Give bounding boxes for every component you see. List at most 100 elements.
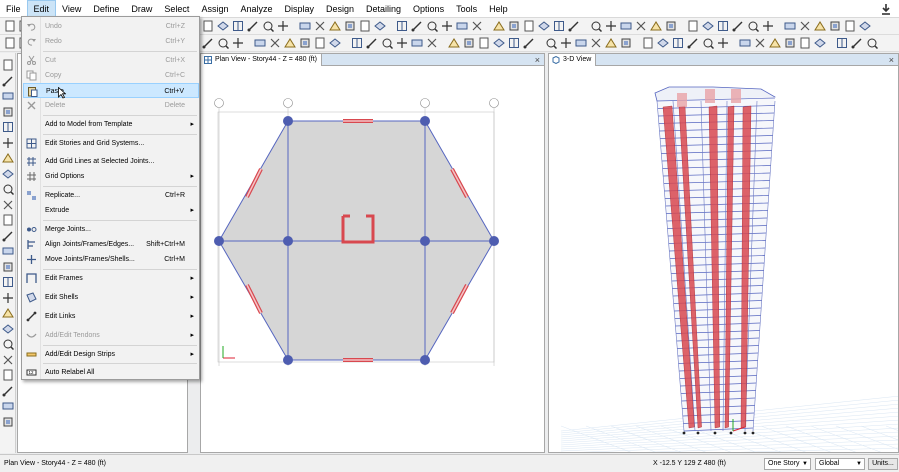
- tool-button-icon[interactable]: [329, 37, 341, 49]
- tool-button-icon[interactable]: [620, 37, 632, 49]
- tool-button-icon[interactable]: [508, 37, 520, 49]
- draw-tool-icon[interactable]: [2, 245, 14, 257]
- tool-button-icon[interactable]: [202, 20, 214, 32]
- draw-tool-icon[interactable]: [2, 230, 14, 242]
- tool-button-icon[interactable]: [605, 37, 617, 49]
- tool-button-icon[interactable]: [575, 37, 587, 49]
- draw-tool-icon[interactable]: [2, 106, 14, 118]
- tool-button-icon[interactable]: [702, 20, 714, 32]
- tool-button-icon[interactable]: [702, 37, 714, 49]
- menu-detailing[interactable]: Detailing: [360, 0, 407, 18]
- tool-button-icon[interactable]: [739, 37, 751, 49]
- tool-button-icon[interactable]: [262, 20, 274, 32]
- menu-edit[interactable]: Edit: [26, 0, 57, 18]
- tool-button-icon[interactable]: [687, 37, 699, 49]
- tool-button-icon[interactable]: [717, 20, 729, 32]
- draw-tool-icon[interactable]: [2, 338, 14, 350]
- tool-button-icon[interactable]: [523, 20, 535, 32]
- 3d-view-tab[interactable]: 3-D View: [549, 54, 597, 66]
- tool-button-icon[interactable]: [620, 20, 632, 32]
- tool-button-icon[interactable]: [590, 37, 602, 49]
- edit-menu-item-edit-frames[interactable]: Edit Frames ▸: [23, 271, 199, 286]
- draw-tool-icon[interactable]: [2, 168, 14, 180]
- draw-tool-icon[interactable]: [2, 261, 14, 273]
- tool-button-icon[interactable]: [456, 20, 468, 32]
- tool-button-icon[interactable]: [217, 37, 229, 49]
- tool-button-icon[interactable]: [374, 20, 386, 32]
- edit-menu-item-undo[interactable]: Undo Ctrl+Z: [23, 19, 199, 34]
- edit-menu-item-paste[interactable]: Paste Ctrl+V: [23, 83, 199, 98]
- story-mode-select[interactable]: One Story ▼: [764, 458, 811, 470]
- tool-button-icon[interactable]: [523, 37, 535, 49]
- tool-button-icon[interactable]: [836, 37, 848, 49]
- plan-view-window[interactable]: Plan View - Story44 - Z = 480 (ft) ×: [200, 53, 545, 453]
- tool-button-icon[interactable]: [657, 37, 669, 49]
- tool-button-icon[interactable]: [717, 37, 729, 49]
- edit-menu-item-redo[interactable]: Redo Ctrl+Y: [23, 34, 199, 49]
- menu-file[interactable]: File: [0, 0, 27, 18]
- tool-button-icon[interactable]: [232, 20, 244, 32]
- menu-tools[interactable]: Tools: [450, 0, 483, 18]
- edit-menu-item-auto-relabel-all[interactable]: 12 Auto Relabel All: [23, 365, 199, 380]
- draw-tool-icon[interactable]: [2, 214, 14, 226]
- tool-button-icon[interactable]: [568, 20, 580, 32]
- close-icon[interactable]: ×: [889, 54, 894, 66]
- tool-button-icon[interactable]: [859, 20, 871, 32]
- tool-button-icon[interactable]: [277, 20, 289, 32]
- draw-tool-icon[interactable]: [2, 369, 14, 381]
- plan-view-canvas[interactable]: [201, 66, 544, 452]
- tool-button-icon[interactable]: [672, 37, 684, 49]
- tool-button-icon[interactable]: [471, 20, 483, 32]
- draw-tool-icon[interactable]: [2, 416, 14, 428]
- menu-design[interactable]: Design: [320, 0, 360, 18]
- draw-tool-icon[interactable]: [2, 276, 14, 288]
- tool-button-icon[interactable]: [247, 20, 259, 32]
- tool-button-icon[interactable]: [344, 20, 356, 32]
- draw-tool-icon[interactable]: [2, 75, 14, 87]
- tool-button-icon[interactable]: [814, 37, 826, 49]
- tool-button-icon[interactable]: [478, 37, 490, 49]
- edit-menu-item-replicate[interactable]: Replicate... Ctrl+R: [23, 188, 199, 203]
- tool-button-icon[interactable]: [844, 20, 856, 32]
- tool-button-icon[interactable]: [553, 20, 565, 32]
- edit-menu-item-align-joints-frames-edges[interactable]: Align Joints/Frames/Edges... Shift+Ctrl+M: [23, 237, 199, 252]
- draw-tool-icon[interactable]: [2, 354, 14, 366]
- tool-button-icon[interactable]: [829, 20, 841, 32]
- tool-button-icon[interactable]: [299, 37, 311, 49]
- draw-tool-icon[interactable]: [2, 292, 14, 304]
- edit-menu-item-edit-shells[interactable]: Edit Shells ▸: [23, 290, 199, 305]
- draw-tool-icon[interactable]: [2, 199, 14, 211]
- tool-button-icon[interactable]: [351, 37, 363, 49]
- tool-button-icon[interactable]: [508, 20, 520, 32]
- tool-button-icon[interactable]: [493, 37, 505, 49]
- edit-menu-item-delete[interactable]: Delete Delete: [23, 98, 199, 113]
- tool-button-icon[interactable]: [642, 37, 654, 49]
- draw-tool-icon[interactable]: [2, 137, 14, 149]
- draw-tool-icon[interactable]: [2, 121, 14, 133]
- tool-button-icon[interactable]: [314, 20, 326, 32]
- draw-tool-icon[interactable]: [2, 90, 14, 102]
- menu-help[interactable]: Help: [483, 0, 514, 18]
- tool-button-icon[interactable]: [441, 20, 453, 32]
- draw-tool-icon[interactable]: [2, 59, 14, 71]
- tool-button-icon[interactable]: [411, 20, 423, 32]
- tool-button-icon[interactable]: [635, 20, 647, 32]
- draw-tool-icon[interactable]: [2, 385, 14, 397]
- edit-menu-item-add-edit-tendons[interactable]: Add/Edit Tendons ▸: [23, 328, 199, 343]
- tool-button-icon[interactable]: [381, 37, 393, 49]
- edit-menu-item-add-to-model-from-template[interactable]: Add to Model from Template ▸: [23, 117, 199, 132]
- tool-button-icon[interactable]: [4, 20, 16, 32]
- coord-system-select[interactable]: Global ▼: [815, 458, 865, 470]
- edit-menu-item-extrude[interactable]: Extrude ▸: [23, 203, 199, 218]
- tool-button-icon[interactable]: [396, 20, 408, 32]
- edit-menu-item-merge-joints[interactable]: Merge Joints...: [23, 222, 199, 237]
- tool-button-icon[interactable]: [747, 20, 759, 32]
- tool-button-icon[interactable]: [4, 37, 16, 49]
- tool-button-icon[interactable]: [590, 20, 602, 32]
- menu-define[interactable]: Define: [87, 0, 125, 18]
- tool-button-icon[interactable]: [411, 37, 423, 49]
- tool-button-icon[interactable]: [538, 20, 550, 32]
- tool-button-icon[interactable]: [217, 20, 229, 32]
- tool-button-icon[interactable]: [269, 37, 281, 49]
- tool-button-icon[interactable]: [426, 20, 438, 32]
